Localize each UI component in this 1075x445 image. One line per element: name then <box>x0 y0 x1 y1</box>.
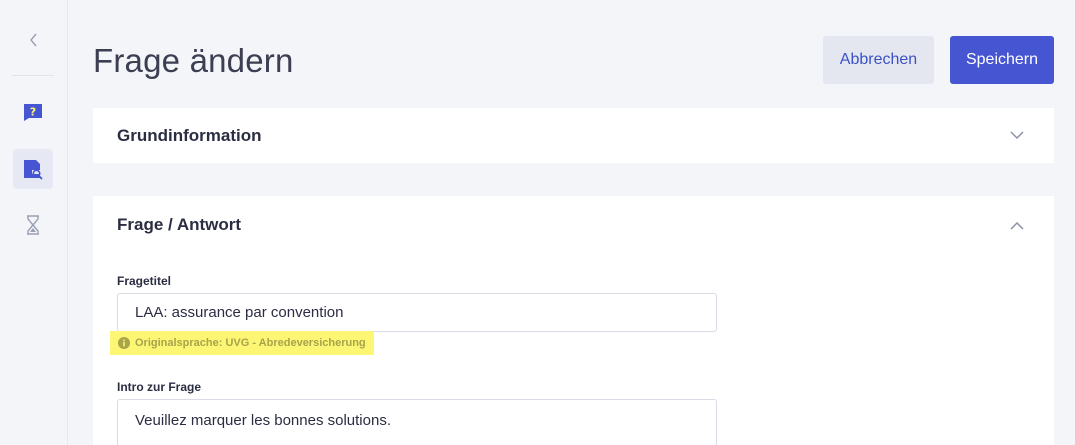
page-title: Frage ändern <box>93 42 294 79</box>
chevron-up-icon <box>1010 221 1024 230</box>
sidebar-item-search-questions[interactable] <box>13 149 53 189</box>
section-grundinformation[interactable]: Grundinformation <box>93 108 1054 163</box>
question-icon: ? <box>24 104 42 121</box>
sidebar-item-questions[interactable]: ? <box>13 92 53 132</box>
cancel-button[interactable]: Abbrechen <box>823 36 934 84</box>
svg-text:?: ? <box>30 106 36 119</box>
chevron-left-icon <box>30 33 37 47</box>
collapse-section-button[interactable] <box>1007 215 1027 235</box>
section-title: Grundinformation <box>117 126 262 145</box>
back-button[interactable] <box>22 28 46 52</box>
intro-textarea[interactable]: Veuillez marquer les bonnes solutions. <box>117 399 717 445</box>
sidebar-divider <box>12 75 54 76</box>
chevron-down-icon <box>1010 130 1024 139</box>
original-language-hint: Originalsprache: UVG - Abredeversicherun… <box>110 331 374 355</box>
fragetitel-label: Fragetitel <box>117 274 172 288</box>
save-button[interactable]: Speichern <box>950 36 1054 84</box>
document-search-icon <box>24 160 43 180</box>
info-icon <box>118 337 130 349</box>
fragetitel-input[interactable] <box>117 293 717 332</box>
original-language-text: Originalsprache: UVG - Abredeversicherun… <box>135 337 366 349</box>
hourglass-icon <box>27 215 39 235</box>
intro-label: Intro zur Frage <box>117 380 202 394</box>
sidebar-item-timer[interactable] <box>13 205 53 245</box>
expand-section-button[interactable] <box>1007 125 1027 145</box>
section-frage-antwort: Frage / Antwort Fragetitel Originalsprac… <box>93 196 1054 445</box>
sidebar: ? <box>0 0 68 445</box>
section-title: Frage / Antwort <box>117 215 242 234</box>
